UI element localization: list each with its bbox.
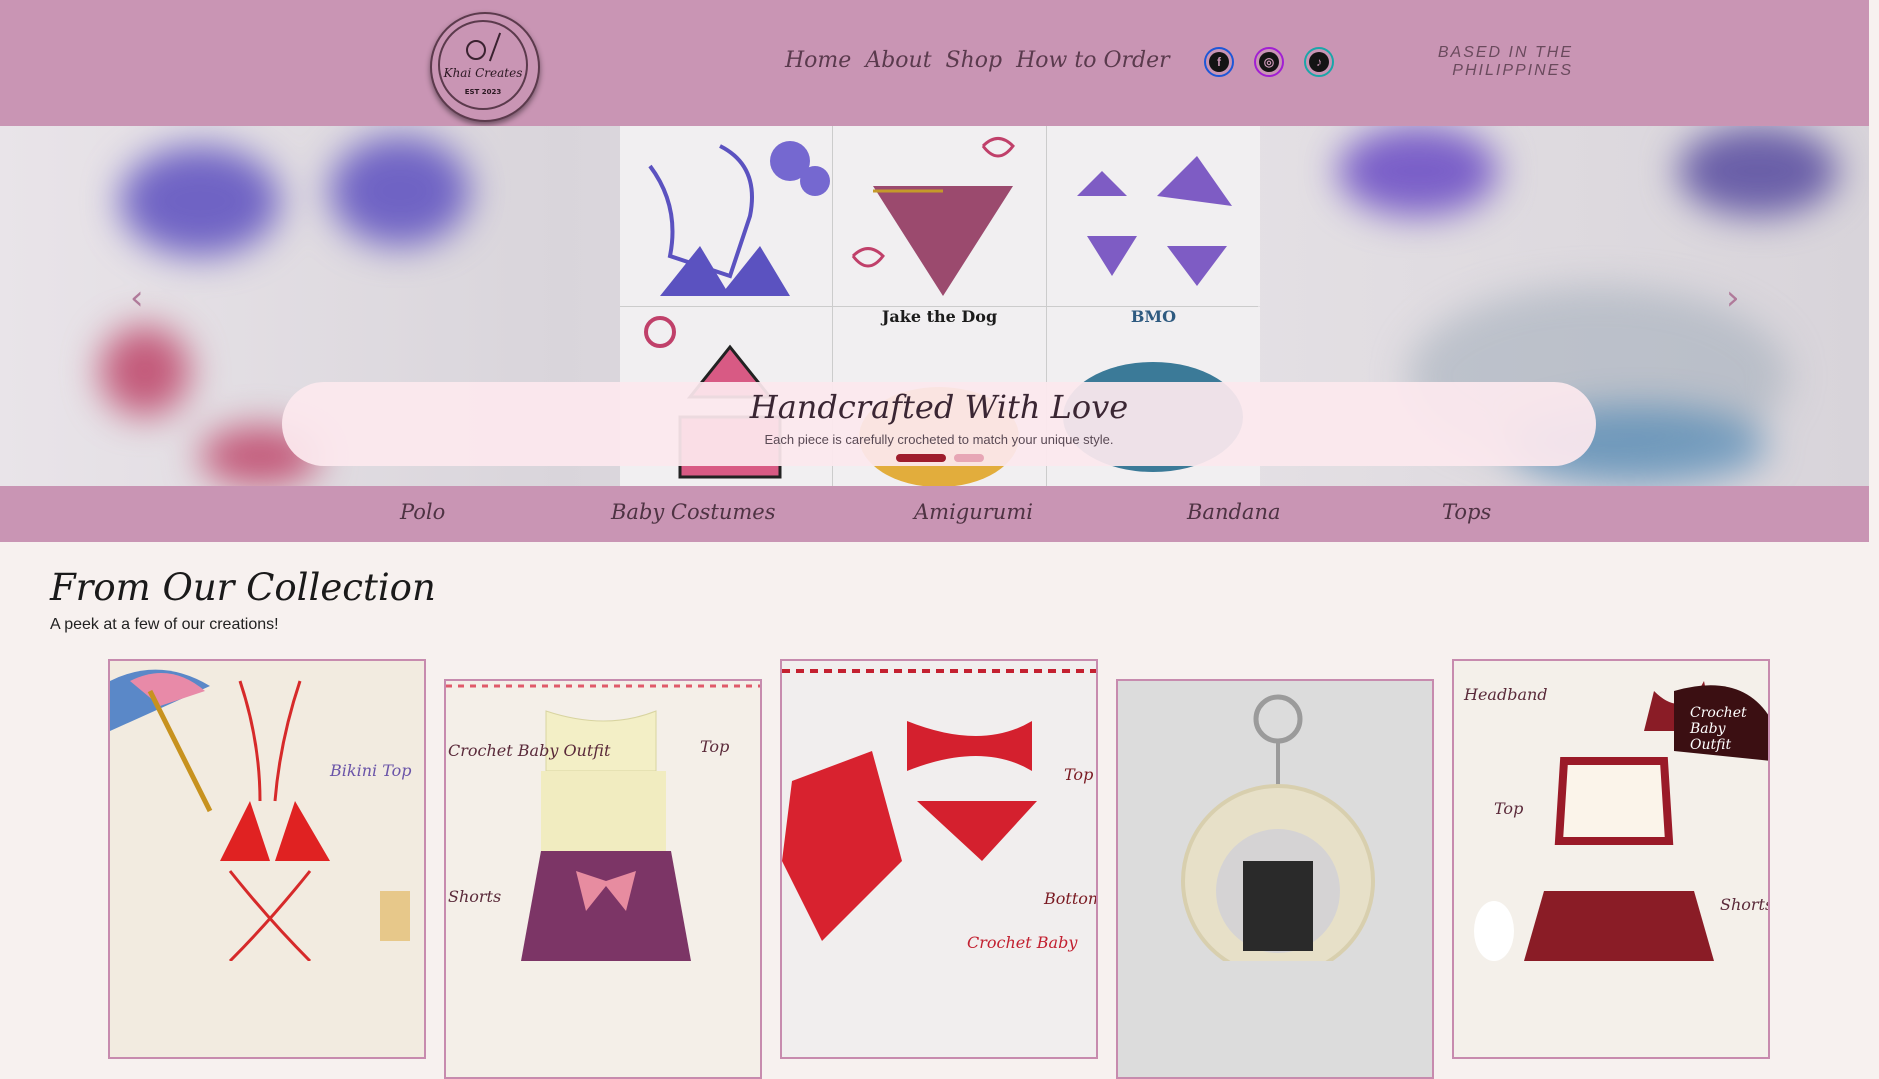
hero-tile-bandana bbox=[833, 126, 1046, 306]
category-bar: Polo Baby Costumes Amigurumi Bandana Top… bbox=[0, 486, 1869, 542]
card-label: Shorts bbox=[448, 887, 502, 906]
category-amigurumi[interactable]: Amigurumi bbox=[914, 500, 1033, 524]
product-card[interactable] bbox=[1116, 679, 1434, 1079]
category-tops[interactable]: Tops bbox=[1442, 500, 1491, 524]
main-nav: Home About Shop How to Order bbox=[785, 48, 1170, 73]
collection-subtitle: A peek at a few of our creations! bbox=[50, 616, 279, 633]
hero-caption: Handcrafted With Love Each piece is care… bbox=[282, 382, 1596, 466]
card-label: Bottom bbox=[1044, 889, 1098, 908]
facebook-link[interactable]: f bbox=[1204, 47, 1234, 77]
logo-badge: Khai Creates EST 2023 bbox=[438, 20, 528, 110]
site-logo[interactable]: Khai Creates EST 2023 bbox=[430, 12, 540, 122]
hero-tile-purple-set bbox=[1047, 126, 1260, 306]
location-tagline: BASED IN THE PHILIPPINES bbox=[1380, 44, 1573, 80]
location-line-1: BASED IN THE bbox=[1437, 44, 1573, 61]
tiktok-link[interactable]: ♪ bbox=[1304, 47, 1334, 77]
card-label: Shorts bbox=[1720, 895, 1770, 914]
tiktok-icon: ♪ bbox=[1309, 52, 1329, 72]
tile-label-jake: Jake the Dog bbox=[881, 307, 998, 326]
nav-shop[interactable]: Shop bbox=[946, 48, 1003, 73]
site-header: Khai Creates EST 2023 Home About Shop Ho… bbox=[0, 0, 1869, 126]
crochet-hook-icon bbox=[488, 32, 502, 62]
tile-label-bmo: BMO bbox=[1130, 307, 1177, 326]
product-card[interactable]: Top Bottom Crochet Baby bbox=[780, 659, 1098, 1059]
carousel-next-button[interactable]: › bbox=[1726, 278, 1740, 318]
facebook-icon: f bbox=[1209, 52, 1229, 72]
product-card[interactable]: Headband Crochet Baby Outfit Top Shorts bbox=[1452, 659, 1770, 1059]
logo-name: Khai Creates bbox=[443, 66, 523, 80]
card-label: Top bbox=[700, 737, 730, 756]
card-label: Crochet Baby Outfit bbox=[1690, 705, 1747, 753]
card-label: Top bbox=[1064, 765, 1094, 784]
category-baby-costumes[interactable]: Baby Costumes bbox=[611, 500, 776, 524]
category-polo[interactable]: Polo bbox=[400, 500, 445, 524]
yarn-ball-icon bbox=[466, 40, 486, 60]
category-bandana[interactable]: Bandana bbox=[1187, 500, 1281, 524]
carousel-indicator-1[interactable] bbox=[896, 454, 946, 462]
card-label: Crochet Baby Outfit bbox=[448, 741, 611, 760]
nav-how-to-order[interactable]: How to Order bbox=[1016, 48, 1170, 73]
card-label: Top bbox=[1494, 799, 1524, 818]
instagram-icon: ◎ bbox=[1259, 52, 1279, 72]
carousel-indicator-2[interactable] bbox=[954, 454, 984, 462]
hero-title: Handcrafted With Love bbox=[749, 388, 1129, 426]
card-label: Crochet Baby bbox=[967, 933, 1078, 952]
card-label: Headband bbox=[1464, 685, 1548, 704]
instagram-link[interactable]: ◎ bbox=[1254, 47, 1284, 77]
carousel-prev-button[interactable]: ‹ bbox=[130, 278, 144, 318]
card-label: Bikini Top bbox=[330, 761, 412, 780]
location-line-2: PHILIPPINES bbox=[1452, 62, 1573, 79]
product-card[interactable]: Crochet Baby Outfit Top Shorts bbox=[444, 679, 762, 1079]
product-card[interactable]: Bikini Top bbox=[108, 659, 426, 1059]
logo-established: EST 2023 bbox=[464, 88, 502, 96]
nav-home[interactable]: Home bbox=[785, 48, 851, 73]
hero-subtitle: Each piece is carefully crocheted to mat… bbox=[764, 432, 1114, 447]
hero-tile-purple-top bbox=[620, 126, 832, 306]
collection-title: From Our Collection bbox=[50, 566, 436, 609]
nav-about[interactable]: About bbox=[865, 48, 931, 73]
